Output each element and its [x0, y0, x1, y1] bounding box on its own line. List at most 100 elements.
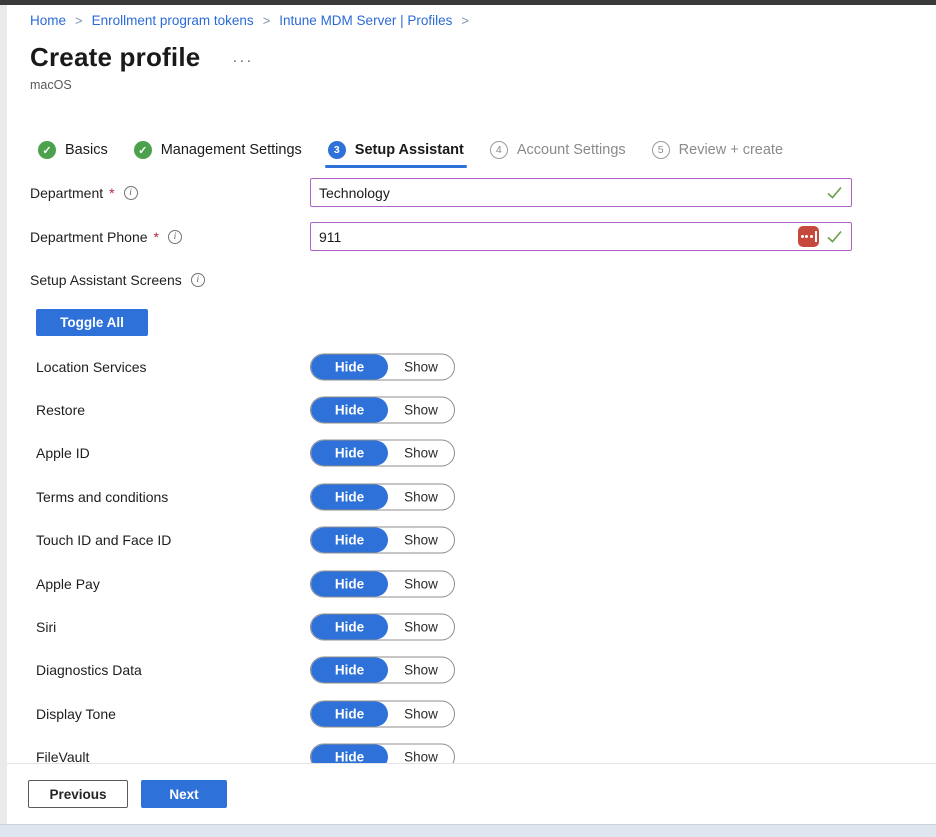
hide-show-toggle[interactable]: Hide Show [310, 614, 455, 641]
info-icon[interactable]: i [168, 230, 182, 244]
toggle-show-option[interactable]: Show [388, 484, 454, 509]
page-subtitle: macOS [30, 78, 72, 92]
breadcrumb-enrollment-tokens-link[interactable]: Enrollment program tokens [92, 13, 254, 28]
toggle-show-option[interactable]: Show [388, 615, 454, 640]
breadcrumb: Home > Enrollment program tokens > Intun… [30, 13, 478, 28]
setup-screen-row: Apple ID Hide Show [30, 432, 906, 475]
hide-show-toggle[interactable]: Hide Show [310, 483, 455, 510]
page-header: Create profile ··· [30, 42, 253, 73]
setup-screen-row: Terms and conditions Hide Show [30, 475, 906, 518]
check-circle-icon: ✓ [134, 141, 152, 159]
breadcrumb-home-link[interactable]: Home [30, 13, 66, 28]
previous-button[interactable]: Previous [28, 780, 128, 808]
tab-label: Management Settings [161, 142, 302, 158]
setup-screen-row: Location Services Hide Show [30, 345, 906, 388]
setup-assistant-screens-label: Setup Assistant Screens i [30, 272, 205, 288]
setup-screen-row: Touch ID and Face ID Hide Show [30, 519, 906, 562]
setup-screen-label: Diagnostics Data [36, 662, 142, 678]
window-left-edge [0, 5, 7, 824]
hide-show-toggle[interactable]: Hide Show [310, 440, 455, 467]
setup-screen-label: Restore [36, 402, 85, 418]
required-asterisk: * [109, 185, 114, 201]
hide-show-toggle[interactable]: Hide Show [310, 397, 455, 424]
toggle-hide-option[interactable]: Hide [311, 658, 388, 683]
required-asterisk: * [154, 229, 159, 245]
department-input[interactable]: Technology [310, 178, 852, 207]
setup-screen-label: Terms and conditions [36, 489, 168, 505]
tab-setup-assistant[interactable]: 3 Setup Assistant [328, 141, 464, 159]
toggle-hide-option[interactable]: Hide [311, 615, 388, 640]
password-manager-extension-icon[interactable] [798, 226, 819, 247]
section-label-text: Setup Assistant Screens [30, 272, 182, 288]
hide-show-toggle[interactable]: Hide Show [310, 570, 455, 597]
tab-account-settings[interactable]: 4 Account Settings [490, 141, 626, 159]
tab-management-settings[interactable]: ✓ Management Settings [134, 141, 302, 159]
next-button[interactable]: Next [141, 780, 227, 808]
tab-label: Account Settings [517, 142, 626, 158]
setup-screen-row: Apple Pay Hide Show [30, 562, 906, 605]
toggle-show-option[interactable]: Show [388, 398, 454, 423]
setup-screen-row: Restore Hide Show [30, 388, 906, 431]
toggle-hide-option[interactable]: Hide [311, 571, 388, 596]
field-label-text: Department [30, 185, 103, 201]
toggle-hide-option[interactable]: Hide [311, 528, 388, 553]
step-number-icon: 4 [490, 141, 508, 159]
hide-show-toggle[interactable]: Hide Show [310, 700, 455, 727]
toggle-show-option[interactable]: Show [388, 571, 454, 596]
more-options-icon[interactable]: ··· [232, 46, 253, 69]
department-field-row: Department * i Technology [30, 178, 906, 207]
tab-label: Review + create [679, 142, 783, 158]
tab-label: Basics [65, 142, 108, 158]
toggle-show-option[interactable]: Show [388, 528, 454, 553]
setup-screen-row: Diagnostics Data Hide Show [30, 649, 906, 692]
setup-screen-row: Siri Hide Show [30, 605, 906, 648]
wizard-footer: Previous Next [7, 763, 936, 824]
hide-show-toggle[interactable]: Hide Show [310, 353, 455, 380]
toggle-hide-option[interactable]: Hide [311, 484, 388, 509]
setup-screen-label: Apple Pay [36, 576, 100, 592]
hide-show-toggle[interactable]: Hide Show [310, 527, 455, 554]
toggle-show-option[interactable]: Show [388, 354, 454, 379]
setup-screen-row: Display Tone Hide Show [30, 692, 906, 735]
breadcrumb-intune-mdm-profiles-link[interactable]: Intune MDM Server | Profiles [279, 13, 452, 28]
breadcrumb-separator: > [75, 13, 83, 28]
department-phone-input-value: 911 [319, 229, 798, 245]
valid-check-icon [826, 228, 843, 245]
info-icon[interactable]: i [191, 273, 205, 287]
toggle-hide-option[interactable]: Hide [311, 701, 388, 726]
toggle-hide-option[interactable]: Hide [311, 354, 388, 379]
hide-show-toggle[interactable]: Hide Show [310, 657, 455, 684]
breadcrumb-separator: > [461, 13, 469, 28]
step-number-icon: 3 [328, 141, 346, 159]
setup-screen-label: Siri [36, 619, 56, 635]
setup-screen-label: Touch ID and Face ID [36, 532, 171, 548]
setup-screens-list: Location Services Hide Show Restore Hide… [30, 345, 906, 779]
page-title: Create profile [30, 42, 200, 73]
department-label: Department * i [30, 178, 138, 207]
toggle-hide-option[interactable]: Hide [311, 441, 388, 466]
department-phone-label: Department Phone * i [30, 222, 182, 251]
tab-label: Setup Assistant [355, 142, 464, 158]
setup-screen-label: Location Services [36, 359, 147, 375]
breadcrumb-separator: > [263, 13, 271, 28]
field-label-text: Department Phone [30, 229, 148, 245]
toggle-all-button[interactable]: Toggle All [36, 309, 148, 336]
step-number-icon: 5 [652, 141, 670, 159]
setup-screen-label: Apple ID [36, 445, 90, 461]
window-bottom-edge [0, 824, 936, 837]
department-phone-field-row: Department Phone * i 911 [30, 222, 906, 251]
setup-screen-label: Display Tone [36, 706, 116, 722]
toggle-show-option[interactable]: Show [388, 441, 454, 466]
department-input-value: Technology [319, 185, 826, 201]
toggle-hide-option[interactable]: Hide [311, 398, 388, 423]
department-phone-input[interactable]: 911 [310, 222, 852, 251]
toggle-show-option[interactable]: Show [388, 658, 454, 683]
check-circle-icon: ✓ [38, 141, 56, 159]
toggle-show-option[interactable]: Show [388, 701, 454, 726]
valid-check-icon [826, 184, 843, 201]
window-top-edge [0, 0, 936, 5]
info-icon[interactable]: i [124, 186, 138, 200]
wizard-steps: ✓ Basics ✓ Management Settings 3 Setup A… [38, 135, 783, 165]
tab-review-create[interactable]: 5 Review + create [652, 141, 783, 159]
tab-basics[interactable]: ✓ Basics [38, 141, 108, 159]
